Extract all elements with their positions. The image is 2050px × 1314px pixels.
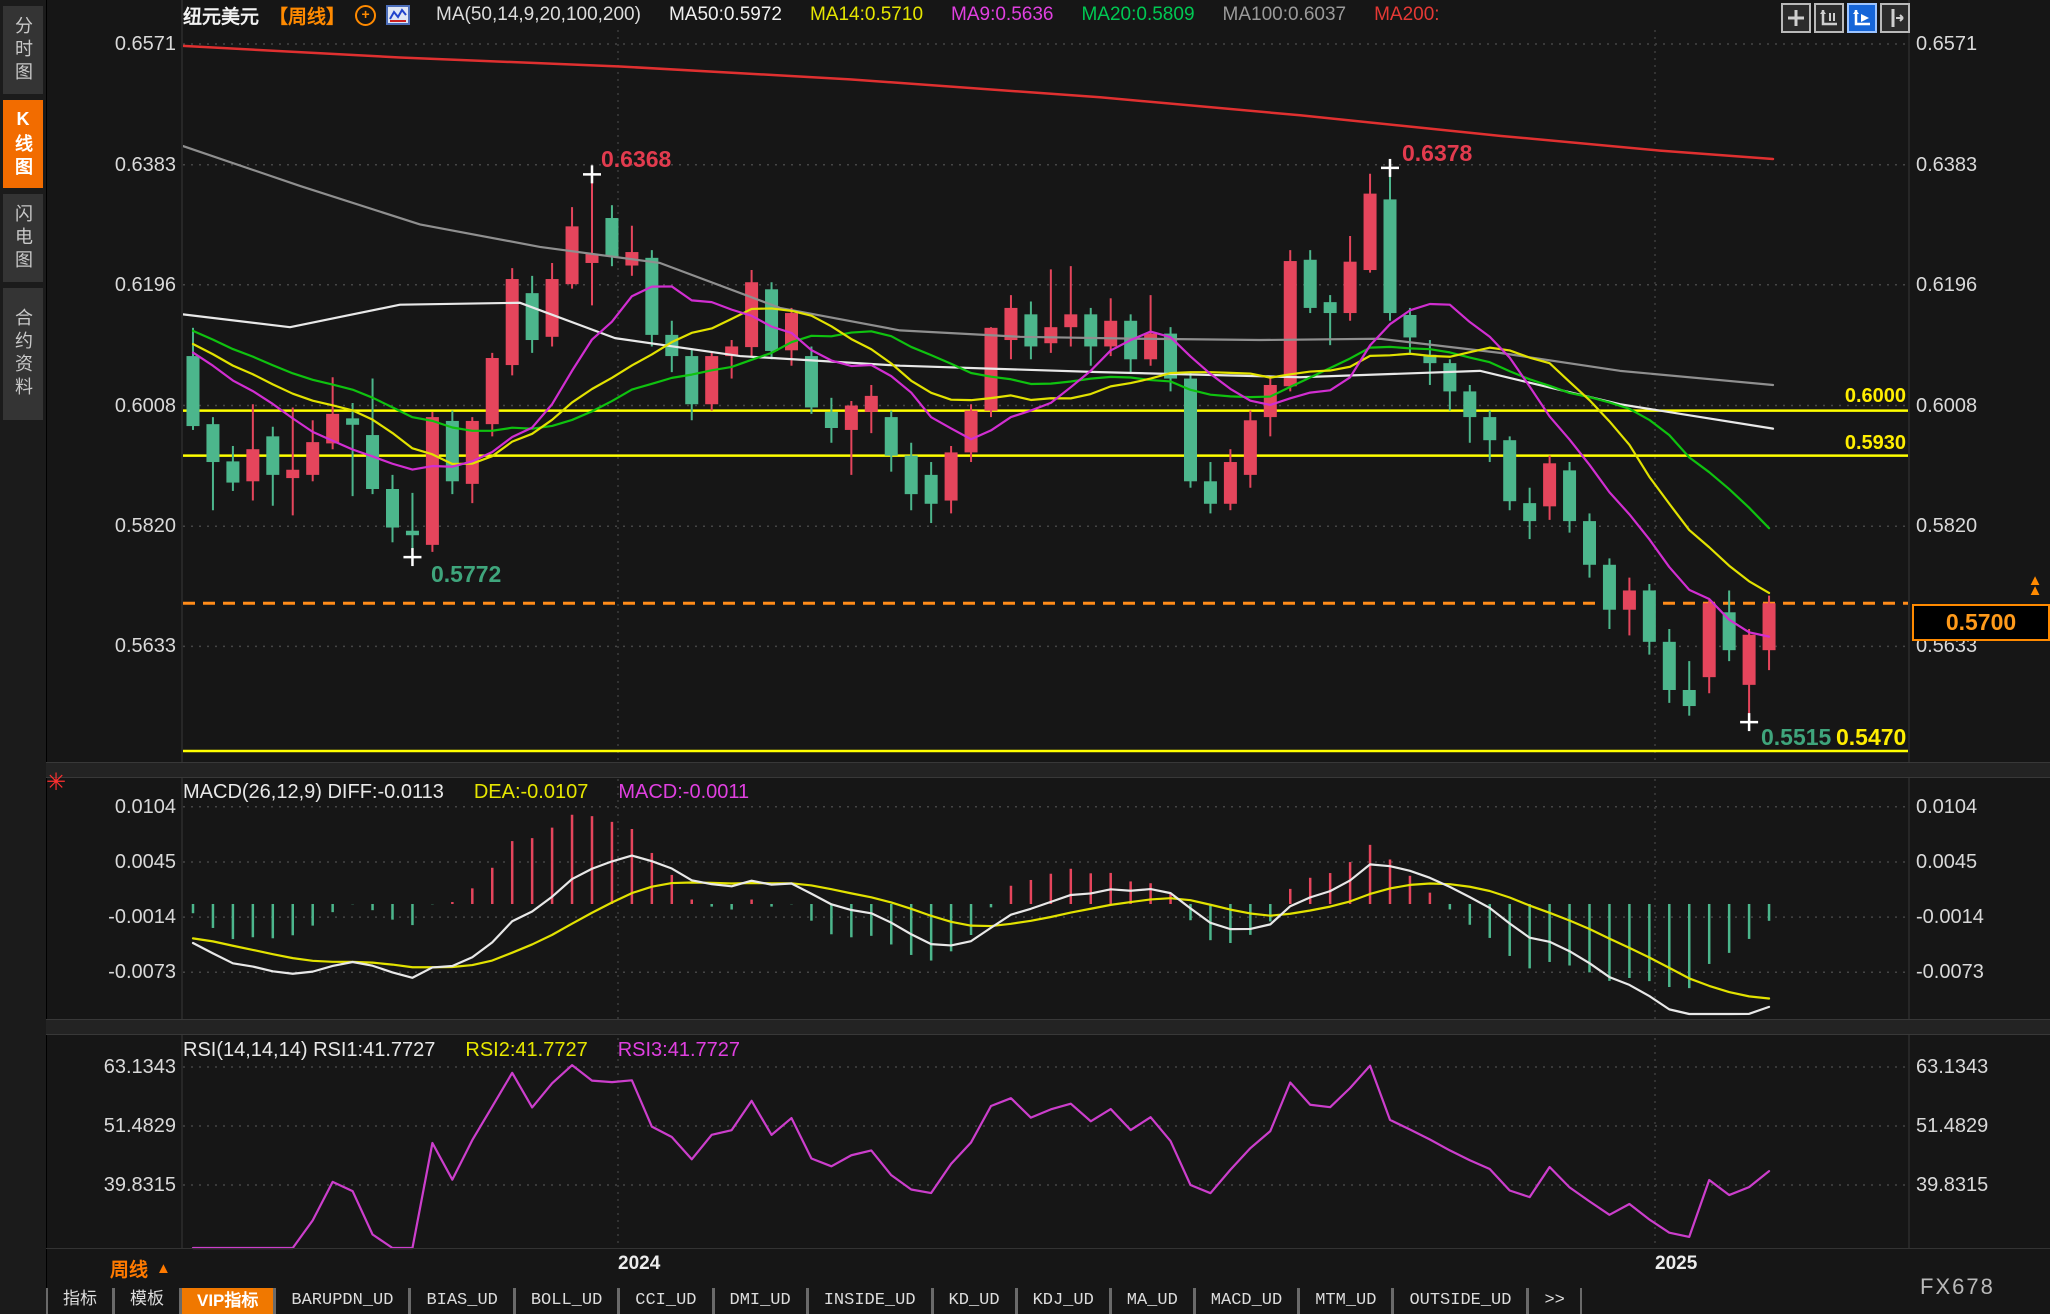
price-tick-left: 0.6008: [50, 395, 176, 417]
macd-tick-left: 0.0045: [50, 851, 176, 873]
rsi-header-segment-2: RSI3:41.7727: [618, 1039, 740, 1062]
period-selector[interactable]: 周线 ▲: [110, 1255, 171, 1282]
indicator-tab-KDJ_UD[interactable]: KDJ_UD: [1018, 1288, 1109, 1314]
caret-up-icon: ▲: [2028, 582, 2043, 599]
crosshair-tool-button[interactable]: [1781, 3, 1811, 33]
auto-scale-button[interactable]: [1847, 3, 1877, 33]
indicator-tab-模板[interactable]: 模板: [115, 1288, 179, 1314]
watermark: FX678: [1920, 1274, 1995, 1300]
level-label-0.5470: 0.5470: [1836, 724, 1906, 751]
annotation-low-0.5772: 0.5772: [431, 561, 501, 588]
mini-chart-icon: [386, 5, 410, 25]
indicator-tab-MTM_UD[interactable]: MTM_UD: [1300, 1288, 1391, 1314]
axis-scale-button[interactable]: [1814, 3, 1844, 33]
macd-header-segment-1: DEA:-0.0107: [474, 781, 589, 804]
period-arrow-icon: ▲: [156, 1260, 171, 1277]
price-tick-right: 0.5820: [1916, 515, 2046, 537]
ma-legend-item-2: MA14:0.5710: [810, 4, 923, 26]
price-tick-right: 0.6196: [1916, 274, 2046, 296]
app-root: 分时图 K线图闪电图合约资料 纽元美元 【周线】 + MA(50,14,9,20,…: [0, 0, 2050, 1314]
last-price-tag: 0.5700: [1912, 604, 2050, 641]
indicator-tab-bar: 指标模板VIP指标BARUPDN_UDBIAS_UDBOLL_UDCCI_UDD…: [46, 1288, 1582, 1314]
ma-legend-item-3: MA9:0.5636: [951, 4, 1053, 26]
rsi-header-segment-0: RSI(14,14,14) RSI1:41.7727: [183, 1039, 435, 1062]
indicator-tab-BIAS_UD[interactable]: BIAS_UD: [411, 1288, 512, 1314]
chart-canvas[interactable]: [0, 0, 2050, 1314]
ma-legend-item-1: MA50:0.5972: [669, 4, 782, 26]
period-label: 周线: [110, 1255, 148, 1282]
rsi-tick-right: 39.8315: [1916, 1174, 2046, 1196]
ma-legend: MA(50,14,9,20,100,200) MA50:0.5972 MA14:0.…: [436, 4, 1440, 26]
price-line-button[interactable]: [1880, 3, 1910, 33]
macd-tick-left: 0.0104: [50, 796, 176, 818]
ma-legend-item-0: MA(50,14,9,20,100,200): [436, 4, 641, 26]
chart-type-sidebar: 分时图 K线图闪电图合约资料: [0, 0, 47, 1314]
macd-tick-left: -0.0073: [50, 961, 176, 983]
indicator-tab-MA_UD[interactable]: MA_UD: [1112, 1288, 1193, 1314]
indicator-tab-MACD_UD[interactable]: MACD_UD: [1196, 1288, 1297, 1314]
symbol-title: 纽元美元: [183, 2, 259, 29]
price-tick-left: 0.6383: [50, 154, 176, 176]
price-alert-caret-icon[interactable]: ▲ ▲: [2024, 576, 2046, 596]
sidebar-item-3[interactable]: 闪电图: [3, 194, 43, 282]
macd-header-segment-0: MACD(26,12,9) DIFF:-0.0113: [183, 781, 444, 804]
ma-legend-item-5: MA100:0.6037: [1223, 4, 1347, 26]
rsi-header-segment-1: RSI2:41.7727: [465, 1039, 587, 1062]
price-tick-left: 0.6571: [50, 33, 176, 55]
sidebar-item-4[interactable]: 合约资料: [3, 288, 43, 420]
level-label-0.6000: 0.6000: [1786, 385, 1906, 407]
price-tick-right: 0.6383: [1916, 154, 2046, 176]
price-tick-left: 0.5633: [50, 635, 176, 657]
price-tick-left: 0.5820: [50, 515, 176, 537]
ma-legend-item-6: MA200:: [1374, 4, 1439, 26]
rsi-header: RSI(14,14,14) RSI1:41.7727 RSI2:41.7727 RS…: [183, 1039, 740, 1062]
time-axis: 周线 ▲ 2024 2025: [46, 1248, 2050, 1289]
sidebar-item-1[interactable]: 分时图: [3, 6, 43, 94]
year-label-2025: 2025: [1655, 1253, 1697, 1275]
add-indicator-icon[interactable]: +: [355, 5, 376, 26]
macd-tick-left: -0.0014: [50, 906, 176, 928]
macd-header-segment-2: MACD:-0.0011: [618, 781, 749, 804]
panel-separator[interactable]: [46, 762, 2050, 778]
symbol-group: 纽元美元 【周线】 +: [183, 2, 410, 29]
alert-starburst-icon[interactable]: ✳: [46, 768, 66, 797]
indicator-tab-VIP指标[interactable]: VIP指标: [182, 1288, 273, 1314]
indicator-tab-BOLL_UD[interactable]: BOLL_UD: [516, 1288, 617, 1314]
macd-tick-right: 0.0045: [1916, 851, 2046, 873]
indicator-tab-DMI_UD[interactable]: DMI_UD: [715, 1288, 806, 1314]
rsi-tick-left: 63.1343: [50, 1056, 176, 1078]
year-label-2024: 2024: [618, 1253, 660, 1275]
rsi-tick-left: 39.8315: [50, 1174, 176, 1196]
rsi-tick-right: 51.4829: [1916, 1115, 2046, 1137]
indicator-tab-CCI_UD[interactable]: CCI_UD: [620, 1288, 711, 1314]
rsi-tick-right: 63.1343: [1916, 1056, 2046, 1078]
annotation-low-0.5515: 0.5515: [1761, 724, 1831, 751]
indicator-tab-KD_UD[interactable]: KD_UD: [934, 1288, 1015, 1314]
chart-header: 纽元美元 【周线】 + MA(50,14,9,20,100,200) MA50:0…: [183, 3, 1440, 27]
macd-tick-right: 0.0104: [1916, 796, 2046, 818]
indicator-tab-OUTSIDE_UD[interactable]: OUTSIDE_UD: [1394, 1288, 1526, 1314]
indicator-tab-more[interactable]: >>: [1529, 1288, 1579, 1314]
macd-tick-right: -0.0073: [1916, 961, 2046, 983]
sidebar-item-2[interactable]: K线图: [3, 100, 43, 188]
panel-separator[interactable]: [46, 1019, 2050, 1035]
period-tag: 【周线】: [269, 2, 345, 29]
price-tick-right: 0.6008: [1916, 395, 2046, 417]
annotation-high-0.6368: 0.6368: [601, 146, 671, 173]
macd-tick-right: -0.0014: [1916, 906, 2046, 928]
annotation-high-0.6378: 0.6378: [1402, 140, 1472, 167]
indicator-tab-BARUPDN_UD[interactable]: BARUPDN_UD: [276, 1288, 408, 1314]
price-tick-left: 0.6196: [50, 274, 176, 296]
indicator-tab-INSIDE_UD[interactable]: INSIDE_UD: [809, 1288, 931, 1314]
macd-header: MACD(26,12,9) DIFF:-0.0113 DEA:-0.0107 MAC…: [183, 781, 749, 804]
price-tick-right: 0.6571: [1916, 33, 2046, 55]
indicator-tab-指标[interactable]: 指标: [48, 1288, 112, 1314]
rsi-tick-left: 51.4829: [50, 1115, 176, 1137]
level-label-0.5930: 0.5930: [1786, 432, 1906, 454]
ma-legend-item-4: MA20:0.5809: [1081, 4, 1194, 26]
